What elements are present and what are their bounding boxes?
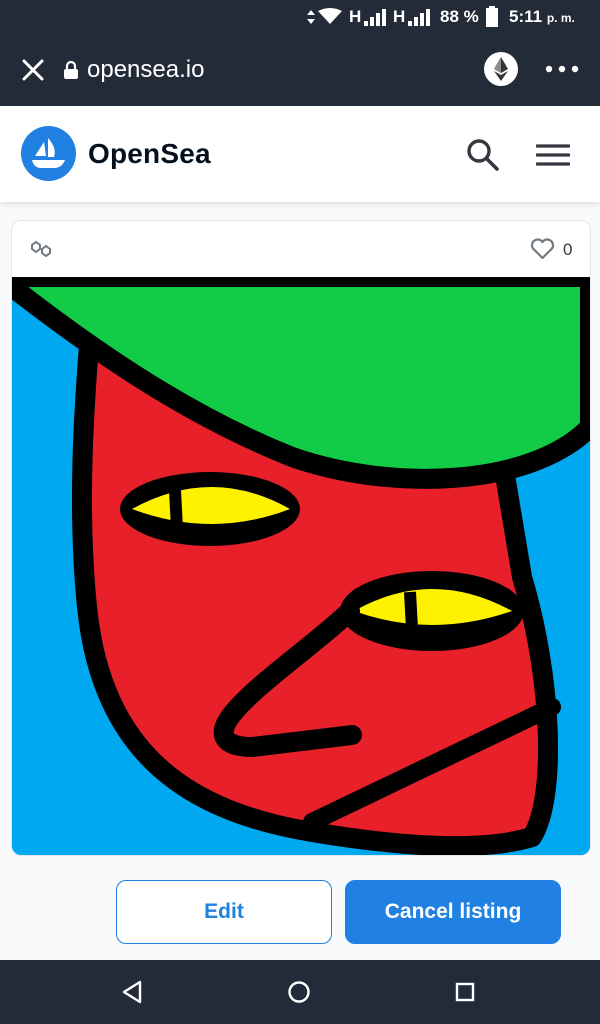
signal-icon <box>364 9 386 26</box>
polygon-chain-icon <box>31 240 51 258</box>
heart-icon[interactable] <box>530 238 555 260</box>
battery-percent: 88 % <box>440 7 479 26</box>
like-count: 0 <box>563 240 573 259</box>
network-type-1: H <box>349 7 362 26</box>
data-transfer-icon <box>307 8 342 24</box>
clock-time: 5:11 <box>509 7 543 26</box>
nft-artwork[interactable] <box>12 277 590 855</box>
system-nav-bar <box>0 960 600 1024</box>
url-bar[interactable]: opensea.io <box>87 56 204 84</box>
lock-icon <box>64 60 78 79</box>
clock: 5:11 p. m. <box>509 7 575 28</box>
opensea-logo[interactable] <box>21 126 76 181</box>
clock-suffix: p. m. <box>546 11 575 25</box>
nft-card: 0 <box>11 220 591 856</box>
status-bar: H H 88 % 5:11 p. m. <box>0 0 600 34</box>
ethereum-icon[interactable] <box>483 51 519 87</box>
menu-icon[interactable] <box>536 143 570 167</box>
edit-button[interactable]: Edit <box>116 880 332 944</box>
card-header: 0 <box>12 221 590 277</box>
close-icon[interactable] <box>22 59 44 81</box>
wifi-icon <box>318 8 342 24</box>
battery-icon <box>486 6 498 27</box>
browser-toolbar: opensea.io <box>0 34 600 106</box>
back-icon[interactable] <box>121 980 143 1004</box>
home-icon[interactable] <box>287 980 311 1004</box>
cancel-listing-button[interactable]: Cancel listing <box>345 880 561 944</box>
signal-icon <box>408 9 430 26</box>
brand-name[interactable]: OpenSea <box>88 138 211 170</box>
site-header: OpenSea <box>0 106 600 202</box>
recents-icon[interactable] <box>455 982 475 1002</box>
search-icon[interactable] <box>466 138 500 172</box>
network-type-2: H <box>393 7 406 26</box>
more-icon[interactable] <box>545 65 579 73</box>
